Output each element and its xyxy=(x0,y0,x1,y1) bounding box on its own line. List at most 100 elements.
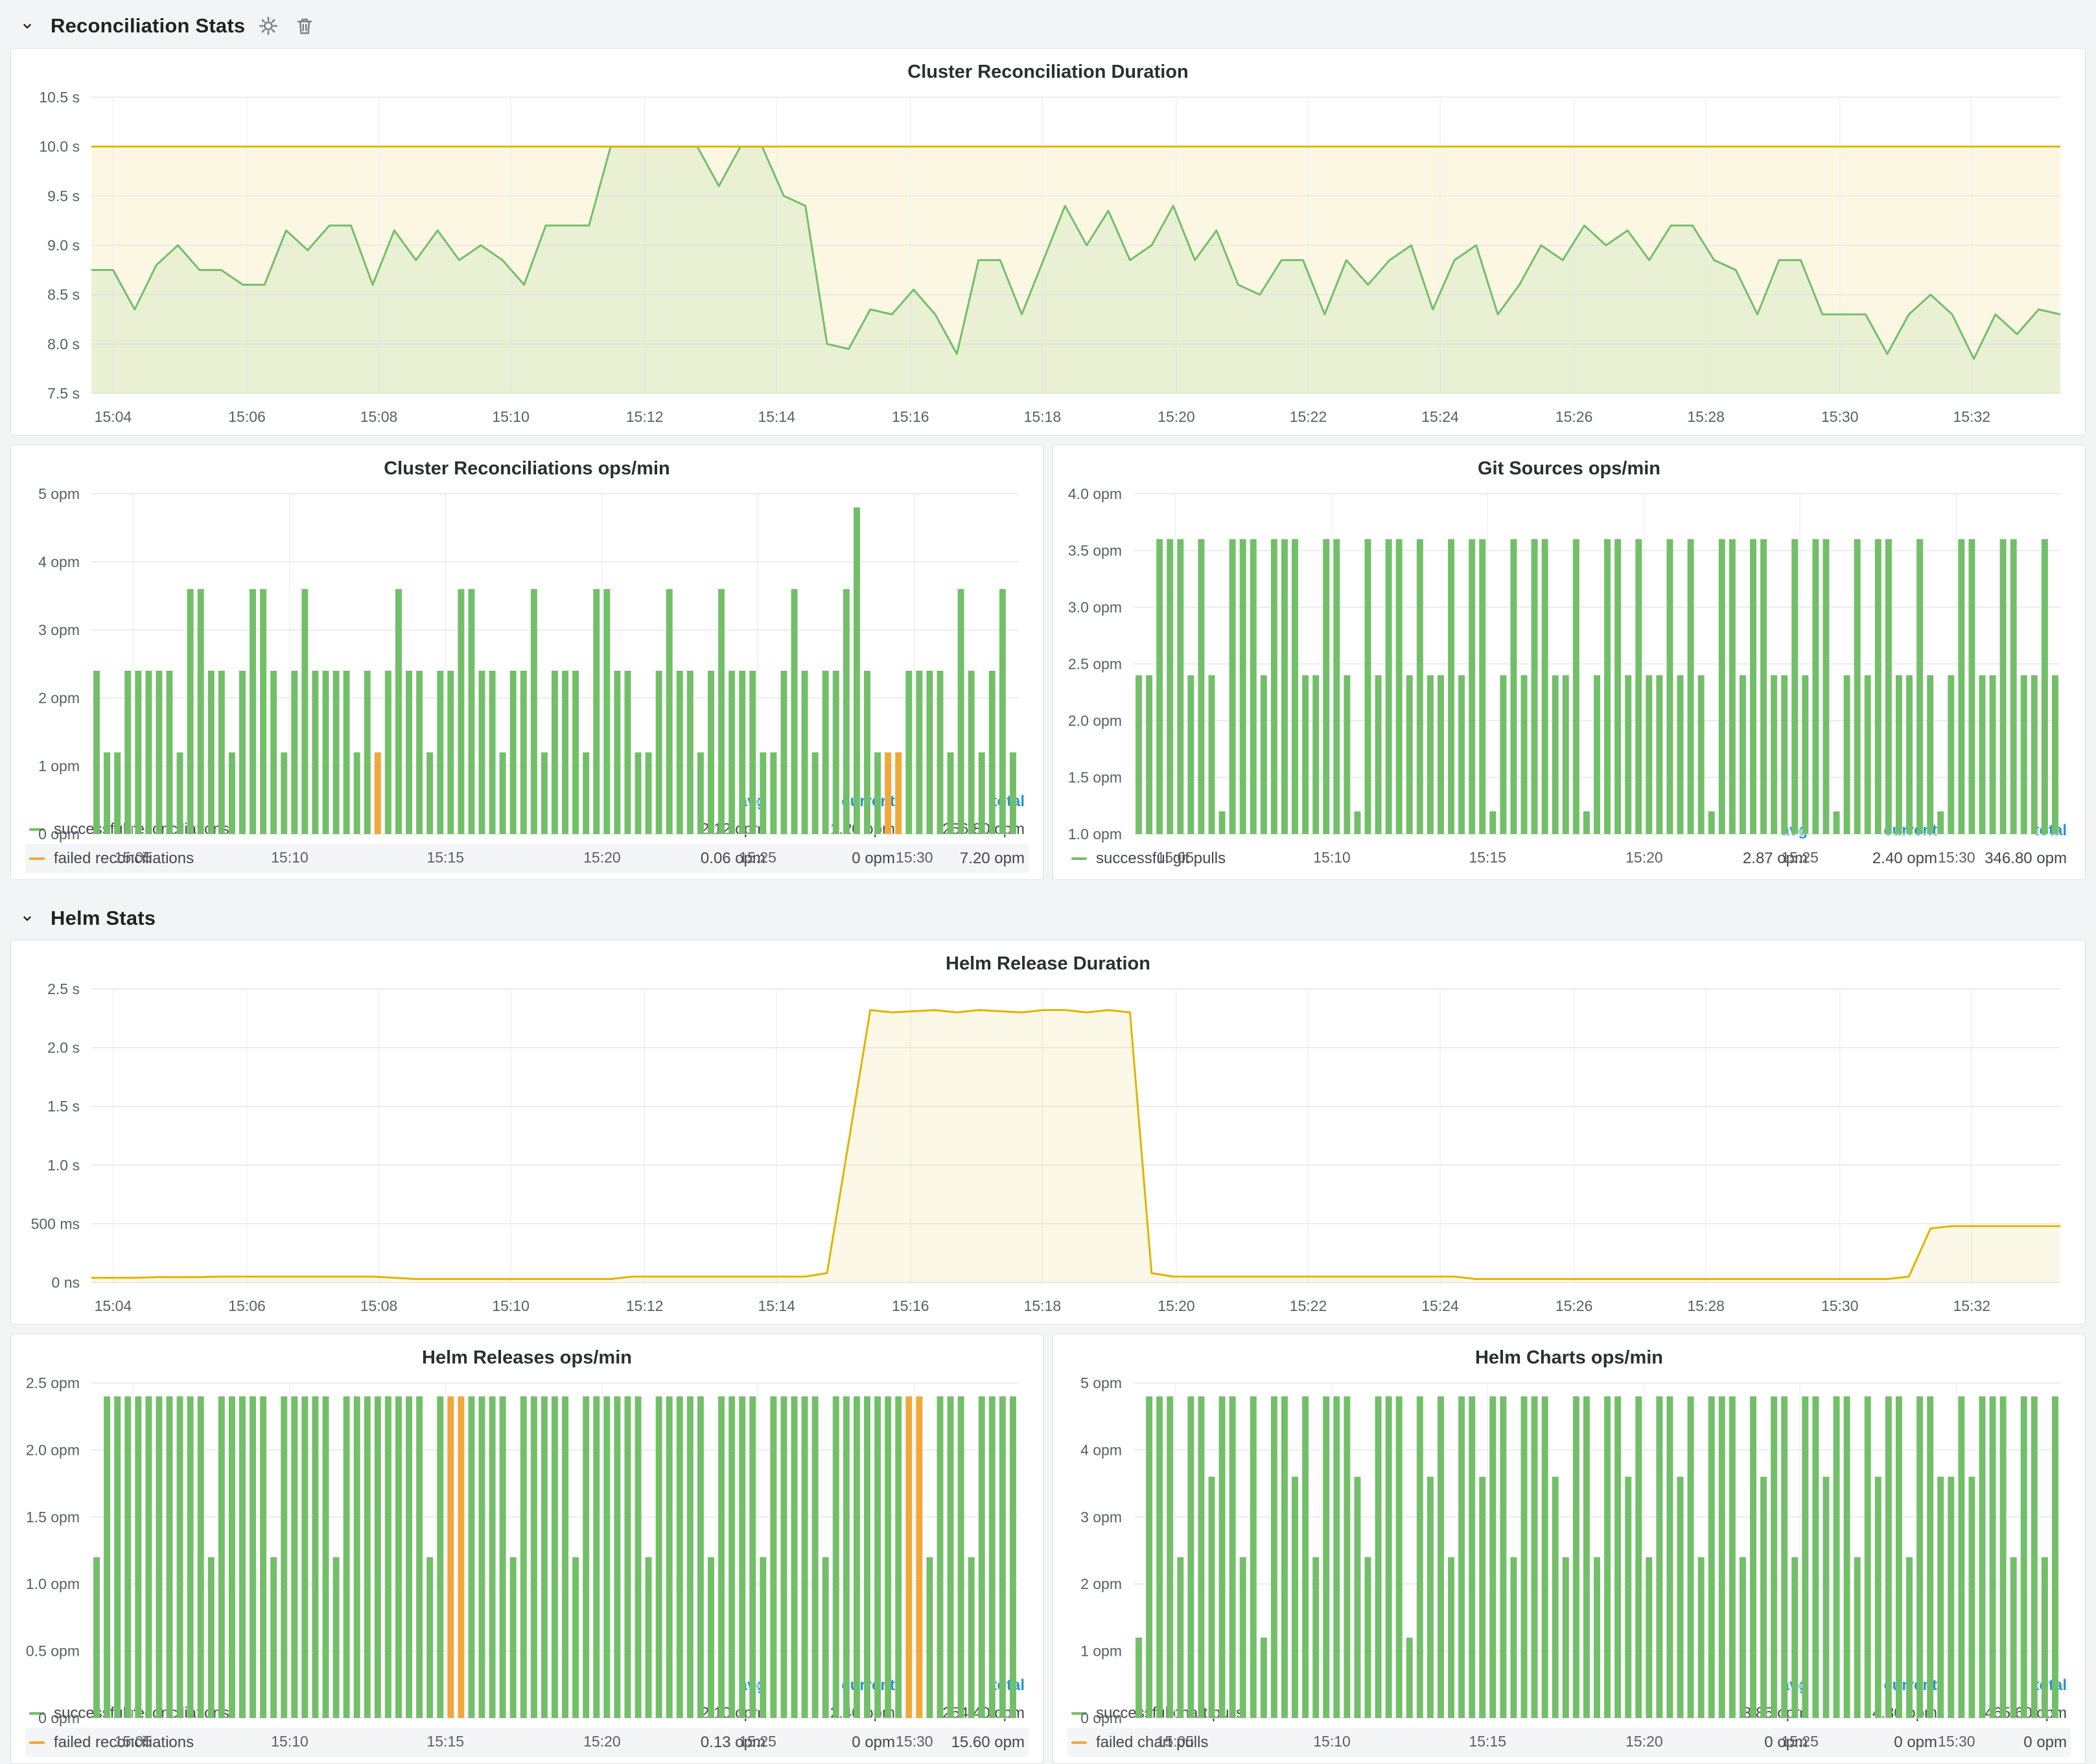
svg-text:15:30: 15:30 xyxy=(1821,1297,1859,1314)
svg-text:2.0 opm: 2.0 opm xyxy=(26,1441,80,1458)
svg-text:0 ns: 0 ns xyxy=(52,1274,80,1291)
svg-text:1.5 opm: 1.5 opm xyxy=(1068,769,1122,786)
svg-text:15:20: 15:20 xyxy=(583,849,621,866)
svg-text:15:28: 15:28 xyxy=(1687,408,1725,425)
svg-text:9.5 s: 9.5 s xyxy=(47,187,80,204)
panel-git-sources-opm: Git Sources ops/min 1.0 opm 1.5 opm 2.0 op… xyxy=(1053,445,2086,880)
svg-text:2.5 s: 2.5 s xyxy=(47,981,80,997)
chart-helm-charts-opm[interactable]: 0 opm1 opm2 opm3 opm4 opm5 opm15:0515:10… xyxy=(1061,1373,2077,1670)
svg-text:1.0 opm: 1.0 opm xyxy=(1068,826,1122,842)
svg-text:15:05: 15:05 xyxy=(115,1733,152,1750)
chart-cluster-reconciliation-duration[interactable]: 7.5 s8.0 s8.5 s9.0 s9.5 s10.0 s10.5 s15:… xyxy=(19,87,2077,430)
svg-text:3 opm: 3 opm xyxy=(1080,1509,1122,1526)
svg-text:15:04: 15:04 xyxy=(95,408,132,425)
section-title-helm: Helm Stats xyxy=(51,907,156,930)
chevron-down-icon xyxy=(14,13,40,39)
svg-text:3.5 opm: 3.5 opm xyxy=(1068,542,1122,559)
svg-text:2.0 opm: 2.0 opm xyxy=(1068,712,1122,729)
svg-text:15:06: 15:06 xyxy=(228,1297,266,1314)
chevron-down-icon xyxy=(14,905,40,931)
svg-text:2 opm: 2 opm xyxy=(1080,1575,1122,1592)
svg-text:15:15: 15:15 xyxy=(426,849,464,866)
svg-text:15:32: 15:32 xyxy=(1953,408,1991,425)
svg-text:15:08: 15:08 xyxy=(360,408,398,425)
svg-text:10.0 s: 10.0 s xyxy=(39,138,80,155)
svg-text:15:20: 15:20 xyxy=(1625,849,1663,866)
svg-text:5 opm: 5 opm xyxy=(38,485,80,502)
svg-text:15:20: 15:20 xyxy=(1158,408,1195,425)
panel-helm-charts-opm: Helm Charts ops/min 0 opm1 opm2 opm3 opm… xyxy=(1053,1334,2086,1764)
svg-text:15:25: 15:25 xyxy=(739,849,776,866)
svg-text:15:10: 15:10 xyxy=(271,849,309,866)
svg-text:15:18: 15:18 xyxy=(1024,1297,1062,1314)
svg-text:15:30: 15:30 xyxy=(1821,408,1859,425)
svg-text:0 opm: 0 opm xyxy=(38,1710,80,1726)
chart-git-sources-opm[interactable]: 1.0 opm1.5 opm2.0 opm2.5 opm3.0 opm3.5 o… xyxy=(1061,483,2077,815)
section-header-reconciliation-stats[interactable]: Reconciliation Stats xyxy=(10,5,2086,48)
svg-text:0 opm: 0 opm xyxy=(1080,1710,1122,1726)
svg-text:2.5 opm: 2.5 opm xyxy=(1068,656,1122,673)
panel-helm-release-duration: Helm Release Duration 0 ns 500 ms 1.0 s 1.5… xyxy=(10,940,2086,1325)
trash-icon[interactable] xyxy=(292,13,318,39)
svg-text:15:10: 15:10 xyxy=(492,408,530,425)
svg-text:15:20: 15:20 xyxy=(583,1733,621,1750)
svg-text:1.5 opm: 1.5 opm xyxy=(26,1509,80,1526)
svg-text:1.0 s: 1.0 s xyxy=(47,1157,80,1174)
svg-text:1 opm: 1 opm xyxy=(38,758,80,774)
svg-text:15:24: 15:24 xyxy=(1421,408,1459,425)
svg-text:2.5 opm: 2.5 opm xyxy=(26,1375,80,1391)
svg-text:5 opm: 5 opm xyxy=(1080,1375,1122,1391)
svg-text:15:30: 15:30 xyxy=(896,849,933,866)
svg-text:2 opm: 2 opm xyxy=(38,690,80,706)
svg-text:15:15: 15:15 xyxy=(1469,849,1506,866)
svg-text:15:30: 15:30 xyxy=(1938,849,1975,866)
svg-text:15:10: 15:10 xyxy=(492,1297,530,1314)
svg-text:15:22: 15:22 xyxy=(1290,1297,1327,1314)
svg-text:15:16: 15:16 xyxy=(892,408,929,425)
svg-text:4 opm: 4 opm xyxy=(1080,1441,1122,1458)
dashboard: Reconciliation Stats Cluster Reconciliat… xyxy=(0,0,2096,1760)
svg-text:10.5 s: 10.5 s xyxy=(39,89,80,106)
section-header-helm-stats[interactable]: Helm Stats xyxy=(10,889,2086,940)
panel-title-cluster-reconciliation-duration[interactable]: Cluster Reconciliation Duration xyxy=(19,54,2077,87)
svg-text:15:10: 15:10 xyxy=(1313,1733,1351,1750)
svg-text:15:32: 15:32 xyxy=(1953,1297,1991,1314)
svg-text:15:15: 15:15 xyxy=(426,1733,464,1750)
svg-text:15:12: 15:12 xyxy=(626,1297,664,1314)
svg-text:0 opm: 0 opm xyxy=(38,826,80,842)
panel-title-helm-charts-opm[interactable]: Helm Charts ops/min xyxy=(1061,1340,2077,1373)
panel-title-cluster-reconciliations-opm[interactable]: Cluster Reconciliations ops/min xyxy=(19,450,1035,483)
svg-text:15:06: 15:06 xyxy=(228,408,266,425)
svg-text:8.0 s: 8.0 s xyxy=(47,336,80,353)
svg-text:15:22: 15:22 xyxy=(1290,408,1327,425)
svg-text:9.0 s: 9.0 s xyxy=(47,237,80,254)
section-title-reconciliation: Reconciliation Stats xyxy=(51,14,245,38)
svg-text:15:30: 15:30 xyxy=(896,1733,933,1750)
svg-text:15:26: 15:26 xyxy=(1555,1297,1593,1314)
svg-text:1.5 s: 1.5 s xyxy=(47,1098,80,1115)
svg-text:15:12: 15:12 xyxy=(626,408,664,425)
chart-cluster-reconciliations-opm[interactable]: 0 opm1 opm2 opm3 opm4 opm5 opm15:0515:10… xyxy=(19,483,1035,786)
svg-text:1.0 opm: 1.0 opm xyxy=(26,1575,80,1592)
svg-text:15:05: 15:05 xyxy=(115,849,152,866)
panel-title-git-sources-opm[interactable]: Git Sources ops/min xyxy=(1061,450,2077,483)
svg-text:15:28: 15:28 xyxy=(1687,1297,1725,1314)
svg-text:15:08: 15:08 xyxy=(360,1297,398,1314)
svg-text:15:24: 15:24 xyxy=(1421,1297,1459,1314)
svg-text:8.5 s: 8.5 s xyxy=(47,286,80,303)
svg-text:15:15: 15:15 xyxy=(1469,1733,1506,1750)
svg-text:15:18: 15:18 xyxy=(1024,408,1062,425)
svg-text:15:25: 15:25 xyxy=(1781,849,1819,866)
panel-title-helm-releases-opm[interactable]: Helm Releases ops/min xyxy=(19,1340,1035,1373)
svg-text:500 ms: 500 ms xyxy=(31,1215,80,1232)
chart-helm-release-duration[interactable]: 0 ns500 ms1.0 s1.5 s2.0 s2.5 s15:0415:06… xyxy=(19,979,2077,1319)
panel-title-helm-release-duration[interactable]: Helm Release Duration xyxy=(19,946,2077,979)
svg-text:15:04: 15:04 xyxy=(95,1297,132,1314)
chart-helm-releases-opm[interactable]: 0 opm0.5 opm1.0 opm1.5 opm2.0 opm2.5 opm… xyxy=(19,1373,1035,1670)
svg-text:3 opm: 3 opm xyxy=(38,621,80,638)
gear-icon[interactable] xyxy=(255,13,281,39)
svg-text:3.0 opm: 3.0 opm xyxy=(1068,599,1122,616)
svg-text:15:14: 15:14 xyxy=(758,408,795,425)
svg-text:15:20: 15:20 xyxy=(1158,1297,1195,1314)
svg-text:15:10: 15:10 xyxy=(271,1733,309,1750)
